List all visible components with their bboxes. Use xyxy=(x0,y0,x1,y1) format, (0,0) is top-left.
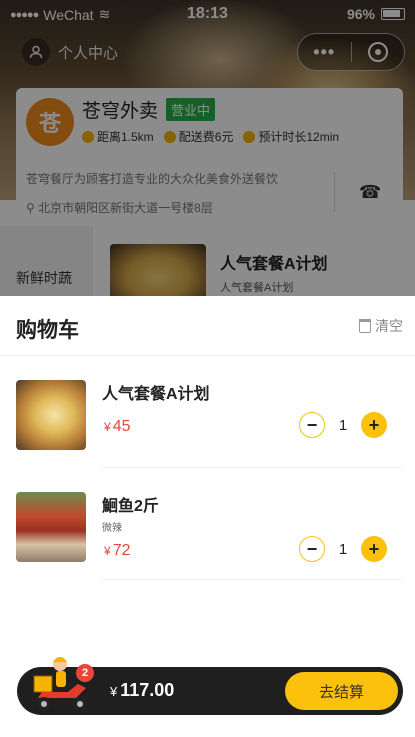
quantity-stepper: − 1 + xyxy=(299,412,387,438)
cart-item: 人气套餐A计划 ¥45 − 1 + xyxy=(0,356,415,468)
quantity-value: 1 xyxy=(338,540,348,558)
decrease-button[interactable]: − xyxy=(299,536,325,562)
cart-item-price: ¥72 xyxy=(104,542,131,559)
row-divider xyxy=(102,579,402,580)
quantity-stepper: − 1 + xyxy=(299,536,387,562)
clear-label: 清空 xyxy=(375,318,403,334)
cart-item-image xyxy=(16,492,86,562)
cart-item-image xyxy=(16,380,86,450)
cart-title: 购物车 xyxy=(16,319,79,342)
cart-item-price: ¥45 xyxy=(104,418,131,435)
clear-cart-button[interactable]: 清空 xyxy=(359,316,403,336)
cart-total: ¥117.00 xyxy=(110,680,175,700)
decrease-button[interactable]: − xyxy=(299,412,325,438)
cart-item-name: 人气套餐A计划 xyxy=(102,386,210,403)
increase-button[interactable]: + xyxy=(361,536,387,562)
trash-icon xyxy=(359,319,371,333)
increase-button[interactable]: + xyxy=(361,412,387,438)
delivery-scooter-icon[interactable] xyxy=(28,652,98,716)
cart-item: 鮰鱼2斤 微辣 ¥72 − 1 + xyxy=(0,468,415,580)
cart-count-badge: 2 xyxy=(76,664,94,682)
cart-item-spec: 微辣 xyxy=(102,523,122,534)
quantity-value: 1 xyxy=(338,416,348,434)
cart-header: 购物车 清空 xyxy=(0,296,415,356)
cart-item-name: 鮰鱼2斤 xyxy=(102,498,159,515)
checkout-button[interactable]: 去结算 xyxy=(285,672,398,710)
